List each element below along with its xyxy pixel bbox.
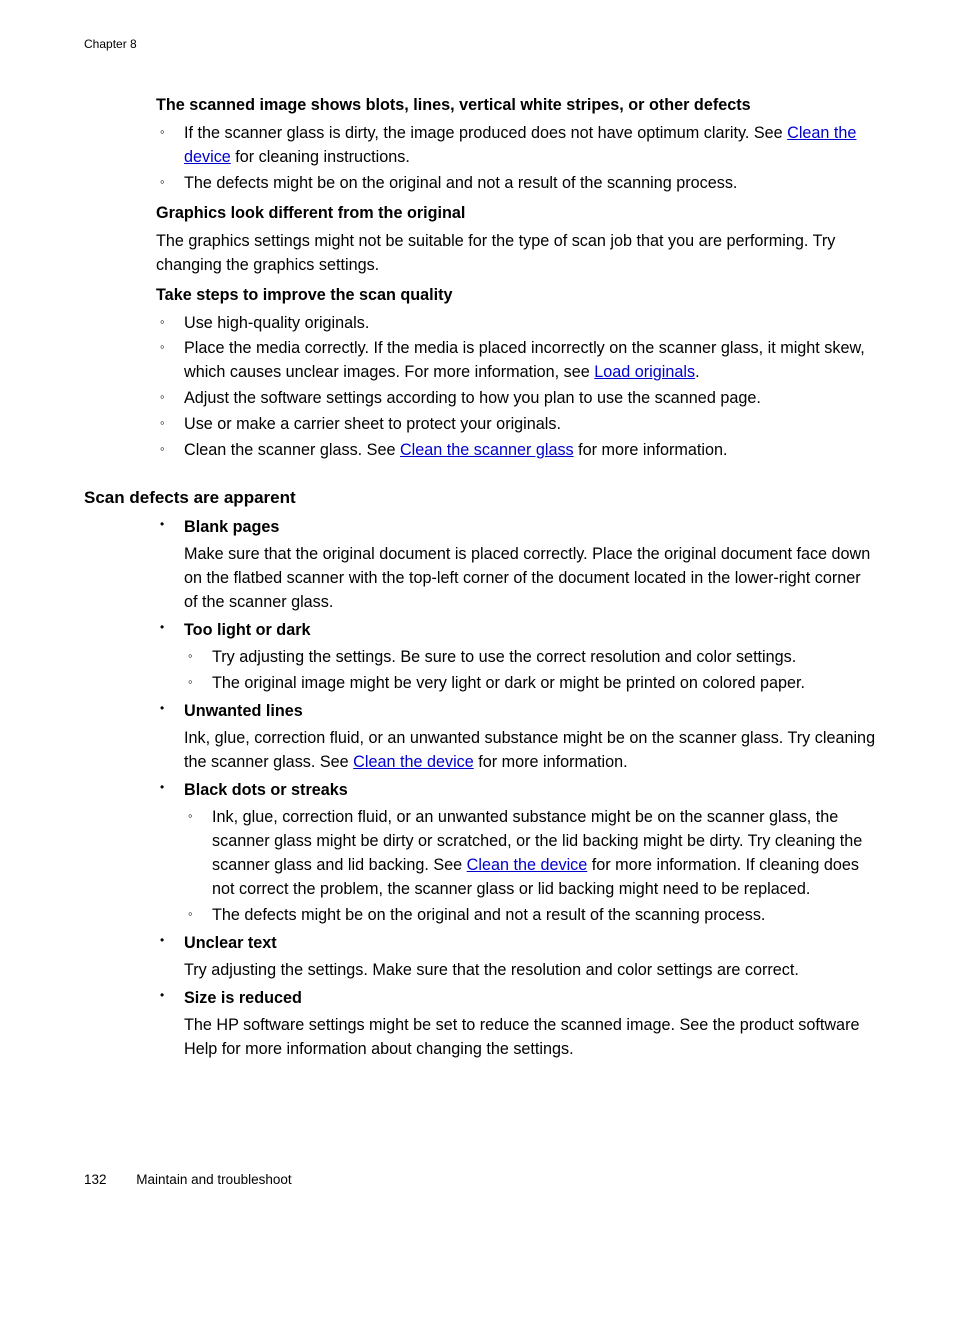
list-item: Use or make a carrier sheet to protect y… bbox=[156, 413, 876, 437]
paragraph: Try adjusting the settings. Make sure th… bbox=[184, 959, 876, 983]
sublist: Try adjusting the settings. Be sure to u… bbox=[184, 646, 876, 696]
list-defects-image: If the scanner glass is dirty, the image… bbox=[156, 122, 876, 196]
subtitle: Too light or dark bbox=[184, 621, 311, 639]
link-clean-device[interactable]: Clean the device bbox=[353, 753, 474, 771]
sublist: Ink, glue, correction fluid, or an unwan… bbox=[184, 806, 876, 928]
footer-title: Maintain and troubleshoot bbox=[136, 1172, 291, 1187]
text: . bbox=[695, 363, 700, 381]
text: for cleaning instructions. bbox=[231, 148, 410, 166]
subtitle: Unwanted lines bbox=[184, 702, 303, 720]
section-title-graphics: Graphics look different from the origina… bbox=[156, 202, 876, 226]
link-load-originals[interactable]: Load originals bbox=[594, 363, 695, 381]
list-scan-defects: Blank pages Make sure that the original … bbox=[156, 516, 876, 1061]
list-item: The original image might be very light o… bbox=[184, 672, 876, 696]
subtitle: Size is reduced bbox=[184, 989, 302, 1007]
page-number: 132 bbox=[84, 1170, 107, 1190]
paragraph: The HP software settings might be set to… bbox=[184, 1014, 876, 1062]
list-item: Ink, glue, correction fluid, or an unwan… bbox=[184, 806, 876, 902]
text: Place the media correctly. If the media … bbox=[184, 339, 865, 381]
list-item: The defects might be on the original and… bbox=[156, 172, 876, 196]
list-item: The defects might be on the original and… bbox=[184, 904, 876, 928]
list-item: Adjust the software settings according t… bbox=[156, 387, 876, 411]
text: for more information. bbox=[474, 753, 628, 771]
page-footer: 132 Maintain and troubleshoot bbox=[84, 1170, 876, 1190]
list-improve: Use high-quality originals. Place the me… bbox=[156, 312, 876, 464]
link-clean-device[interactable]: Clean the device bbox=[467, 856, 588, 874]
text: If the scanner glass is dirty, the image… bbox=[184, 124, 787, 142]
section-title-defects-image: The scanned image shows blots, lines, ve… bbox=[156, 94, 876, 118]
list-item: Try adjusting the settings. Be sure to u… bbox=[184, 646, 876, 670]
subtitle: Blank pages bbox=[184, 518, 279, 536]
main-content: The scanned image shows blots, lines, ve… bbox=[156, 94, 876, 1062]
paragraph: The graphics settings might not be suita… bbox=[156, 230, 876, 278]
list-item-size: Size is reduced The HP software settings… bbox=[156, 987, 876, 1062]
list-item-light: Too light or dark Try adjusting the sett… bbox=[156, 619, 876, 696]
list-item-unclear: Unclear text Try adjusting the settings.… bbox=[156, 932, 876, 983]
list-item: Place the media correctly. If the media … bbox=[156, 337, 876, 385]
list-item-black: Black dots or streaks Ink, glue, correct… bbox=[156, 779, 876, 928]
paragraph: Make sure that the original document is … bbox=[184, 543, 876, 615]
subtitle: Black dots or streaks bbox=[184, 781, 348, 799]
list-item: If the scanner glass is dirty, the image… bbox=[156, 122, 876, 170]
subtitle: Unclear text bbox=[184, 934, 277, 952]
paragraph: Ink, glue, correction fluid, or an unwan… bbox=[184, 727, 876, 775]
list-item-blank: Blank pages Make sure that the original … bbox=[156, 516, 876, 615]
text: Clean the scanner glass. See bbox=[184, 441, 400, 459]
text: for more information. bbox=[574, 441, 728, 459]
list-item: Use high-quality originals. bbox=[156, 312, 876, 336]
chapter-header: Chapter 8 bbox=[84, 36, 876, 54]
list-item: Clean the scanner glass. See Clean the s… bbox=[156, 439, 876, 463]
link-clean-scanner-glass[interactable]: Clean the scanner glass bbox=[400, 441, 574, 459]
list-item-unwanted: Unwanted lines Ink, glue, correction flu… bbox=[156, 700, 876, 775]
section-title-improve: Take steps to improve the scan quality bbox=[156, 284, 876, 308]
heading-scan-defects: Scan defects are apparent bbox=[84, 485, 876, 510]
